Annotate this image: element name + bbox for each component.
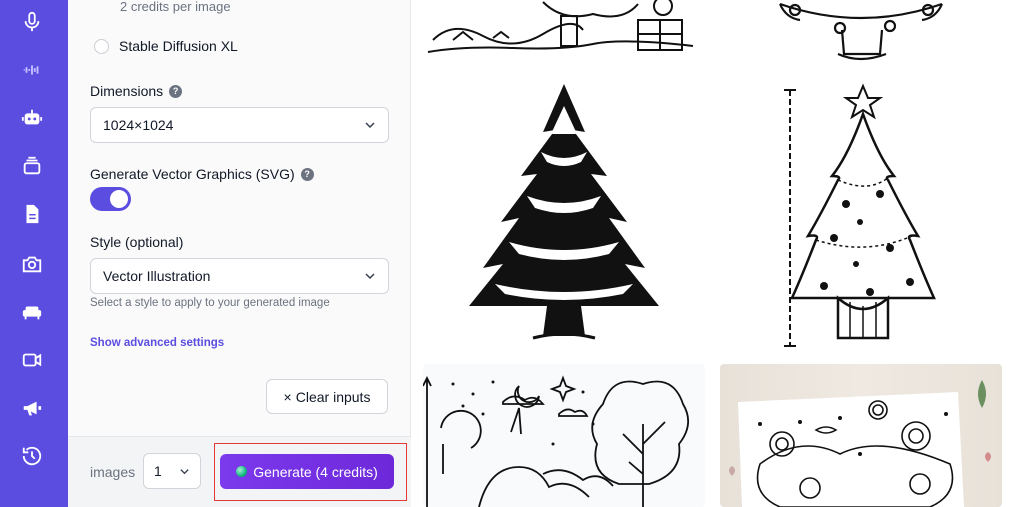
document-icon[interactable]	[18, 200, 46, 228]
camera-icon[interactable]	[18, 250, 46, 278]
help-icon[interactable]: ?	[300, 167, 314, 181]
clear-inputs-button[interactable]: × Clear inputs	[266, 379, 388, 414]
chevron-down-icon	[365, 273, 375, 280]
robot-icon[interactable]	[18, 104, 46, 132]
vector-graphics-toggle[interactable]	[90, 187, 131, 211]
layers-icon[interactable]	[18, 152, 46, 180]
sidebar-rail	[0, 0, 68, 507]
gallery-image-3[interactable]	[423, 76, 705, 354]
video-icon[interactable]	[18, 346, 46, 374]
unicorn-night-scene-illustration	[423, 364, 705, 507]
model-option-sdxl[interactable]: Stable Diffusion XL	[94, 38, 238, 54]
generate-footer: images 1 Generate (4 credits)	[68, 436, 411, 507]
image-count-value: 1	[154, 463, 162, 479]
sofa-icon[interactable]	[18, 298, 46, 326]
model-option-label: Stable Diffusion XL	[119, 38, 238, 54]
image-count-select[interactable]: 1	[143, 453, 201, 489]
megaphone-icon[interactable]	[18, 394, 46, 422]
vector-graphics-label-text: Generate Vector Graphics (SVG)	[90, 166, 295, 182]
gallery-image-1[interactable]	[423, 0, 705, 66]
style-label: Style (optional)	[90, 234, 184, 250]
vector-graphics-label: Generate Vector Graphics (SVG) ?	[90, 166, 314, 182]
app-root: 2 credits per image Stable Diffusion XL …	[0, 0, 1024, 507]
gallery-image-2[interactable]	[720, 0, 1002, 66]
chevron-down-icon	[180, 468, 189, 474]
dimensions-select[interactable]: 1024×1024	[90, 107, 389, 143]
tree-gift-illustration	[423, 0, 705, 66]
settings-panel: 2 credits per image Stable Diffusion XL …	[68, 0, 411, 507]
generate-button[interactable]: Generate (4 credits)	[220, 454, 394, 489]
gallery-image-6[interactable]	[720, 364, 1002, 507]
sparkle-gem-icon	[236, 466, 248, 477]
images-label: images	[90, 464, 136, 480]
christmas-tree-star-illustration	[720, 76, 1002, 354]
gallery-image-4[interactable]	[720, 76, 1002, 354]
model-credit-note: 2 credits per image	[120, 0, 231, 14]
close-icon: ×	[283, 388, 292, 405]
audio-wave-icon[interactable]	[18, 56, 46, 84]
toggle-knob	[110, 190, 128, 208]
dimensions-value: 1024×1024	[103, 117, 174, 133]
style-hint: Select a style to apply to your generate…	[90, 297, 330, 309]
clear-inputs-label: Clear inputs	[295, 388, 371, 405]
help-icon[interactable]: ?	[169, 84, 183, 98]
style-value: Vector Illustration	[103, 268, 211, 284]
microphone-icon[interactable]	[18, 8, 46, 36]
chevron-down-icon	[365, 122, 375, 129]
model-radio[interactable]	[94, 38, 109, 54]
show-advanced-settings-link[interactable]: Show advanced settings	[90, 337, 224, 349]
pine-tree-illustration	[423, 76, 705, 354]
history-icon[interactable]	[18, 442, 46, 470]
dimensions-label: Dimensions ?	[90, 83, 183, 99]
gallery-image-5[interactable]	[423, 364, 705, 507]
dimensions-label-text: Dimensions	[90, 83, 164, 99]
style-select[interactable]: Vector Illustration	[90, 258, 389, 294]
flower-coloring-page-photo	[720, 364, 1002, 507]
image-gallery	[411, 0, 1024, 507]
generate-button-label: Generate (4 credits)	[253, 463, 378, 480]
tree-base-illustration	[720, 0, 1002, 66]
